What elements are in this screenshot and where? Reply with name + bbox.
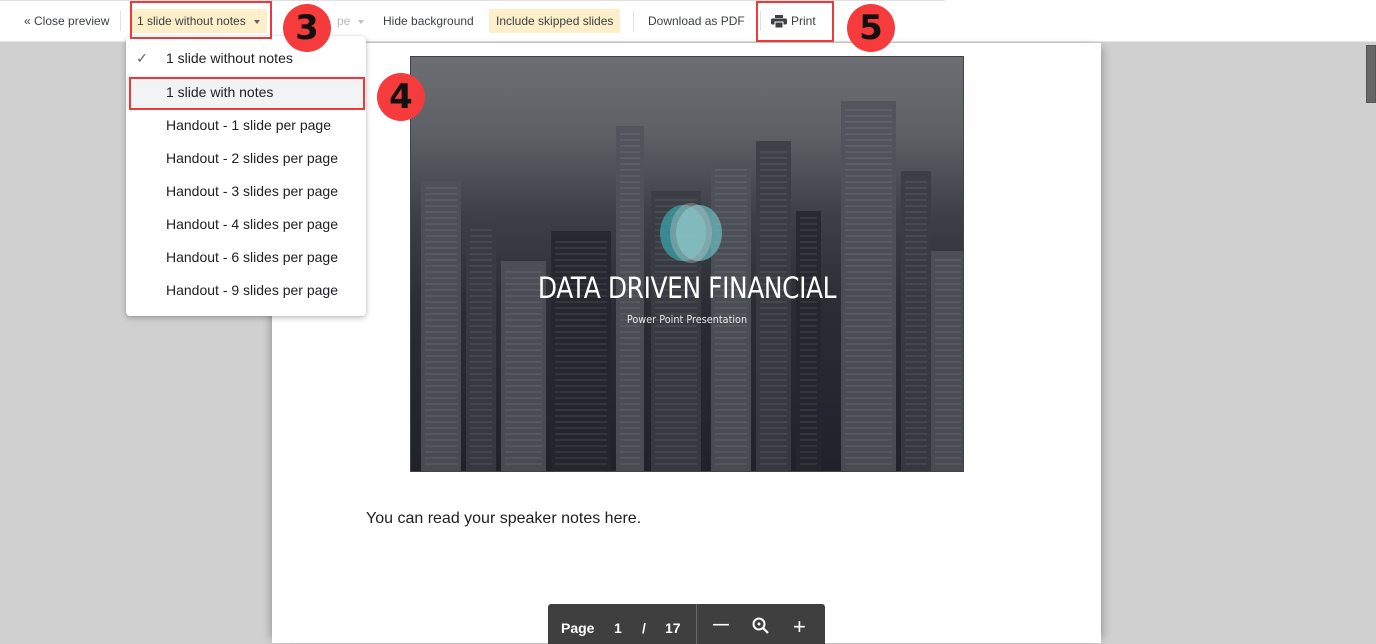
pager-divider <box>696 604 697 644</box>
menu-item-label: Handout - 1 slide per page <box>166 117 331 133</box>
page-label: Page <box>561 620 595 636</box>
close-preview-button[interactable]: « Close preview <box>17 9 116 33</box>
zoom-icon[interactable] <box>752 617 770 635</box>
slide-title: DATA DRIVEN FINANCIAL <box>537 271 837 305</box>
menu-item-label: Handout - 4 slides per page <box>166 216 338 232</box>
step-badge-5: 5 <box>847 4 895 52</box>
layout-select-button[interactable]: 1 slide without notes <box>130 9 267 33</box>
menu-item-label: 1 slide without notes <box>166 50 293 66</box>
menu-item-handout-2[interactable]: Handout - 2 slides per page <box>126 142 366 175</box>
total-pages: 17 <box>665 620 681 636</box>
download-pdf-button[interactable]: Download as PDF <box>641 9 752 33</box>
include-skipped-slides-button[interactable]: Include skipped slides <box>489 9 621 33</box>
toolbar-divider <box>760 11 761 31</box>
vertical-scrollbar-thumb[interactable] <box>1366 45 1376 103</box>
print-preview-page: DATA DRIVEN FINANCIAL Power Point Presen… <box>272 43 1101 643</box>
toolbar-divider <box>120 11 121 31</box>
hide-background-button[interactable]: Hide background <box>376 9 481 33</box>
checkmark-icon: ✓ <box>136 50 148 66</box>
menu-item-handout-9[interactable]: Handout - 9 slides per page <box>126 274 366 307</box>
menu-item-handout-6[interactable]: Handout - 6 slides per page <box>126 241 366 274</box>
step-badge-3: 3 <box>283 4 331 52</box>
page-navigation-bar: Page 1 / 17 — + <box>548 604 825 644</box>
orientation-select-button[interactable]: pe <box>330 9 371 33</box>
menu-item-label: Handout - 9 slides per page <box>166 282 338 298</box>
printer-icon <box>771 15 787 29</box>
step-badge-4: 4 <box>377 73 425 121</box>
chevron-down-icon <box>358 19 365 24</box>
layout-dropdown-menu: ✓ 1 slide without notes 1 slide with not… <box>126 36 366 316</box>
current-page-input[interactable]: 1 <box>614 620 622 636</box>
menu-item-label: 1 slide with notes <box>166 84 274 100</box>
print-label: Print <box>791 14 816 28</box>
menu-item-handout-3[interactable]: Handout - 3 slides per page <box>126 175 366 208</box>
menu-item-label: Handout - 2 slides per page <box>166 150 338 166</box>
menu-item-label: Handout - 6 slides per page <box>166 249 338 265</box>
zoom-out-button[interactable]: — <box>713 616 729 634</box>
slide-subtitle: Power Point Presentation <box>626 313 748 326</box>
layout-select-label: 1 slide without notes <box>137 14 246 28</box>
menu-item-label: Handout - 3 slides per page <box>166 183 338 199</box>
speaker-notes: You can read your speaker notes here. <box>366 510 642 527</box>
menu-item-handout-4[interactable]: Handout - 4 slides per page <box>126 208 366 241</box>
company-logo-icon <box>656 203 726 263</box>
orientation-select-label: pe <box>337 14 351 28</box>
toolbar-top-border <box>0 0 945 1</box>
toolbar-divider <box>633 11 634 31</box>
page-separator: / <box>642 620 646 636</box>
print-button[interactable]: Print <box>764 9 823 33</box>
menu-item-1-slide-with-notes[interactable]: 1 slide with notes <box>126 76 366 109</box>
menu-item-1-slide-without-notes[interactable]: ✓ 1 slide without notes <box>126 42 366 75</box>
slide-thumbnail: DATA DRIVEN FINANCIAL Power Point Presen… <box>410 56 964 472</box>
zoom-in-button[interactable]: + <box>793 614 806 640</box>
menu-item-handout-1[interactable]: Handout - 1 slide per page <box>126 109 366 142</box>
chevron-down-icon <box>253 19 260 24</box>
